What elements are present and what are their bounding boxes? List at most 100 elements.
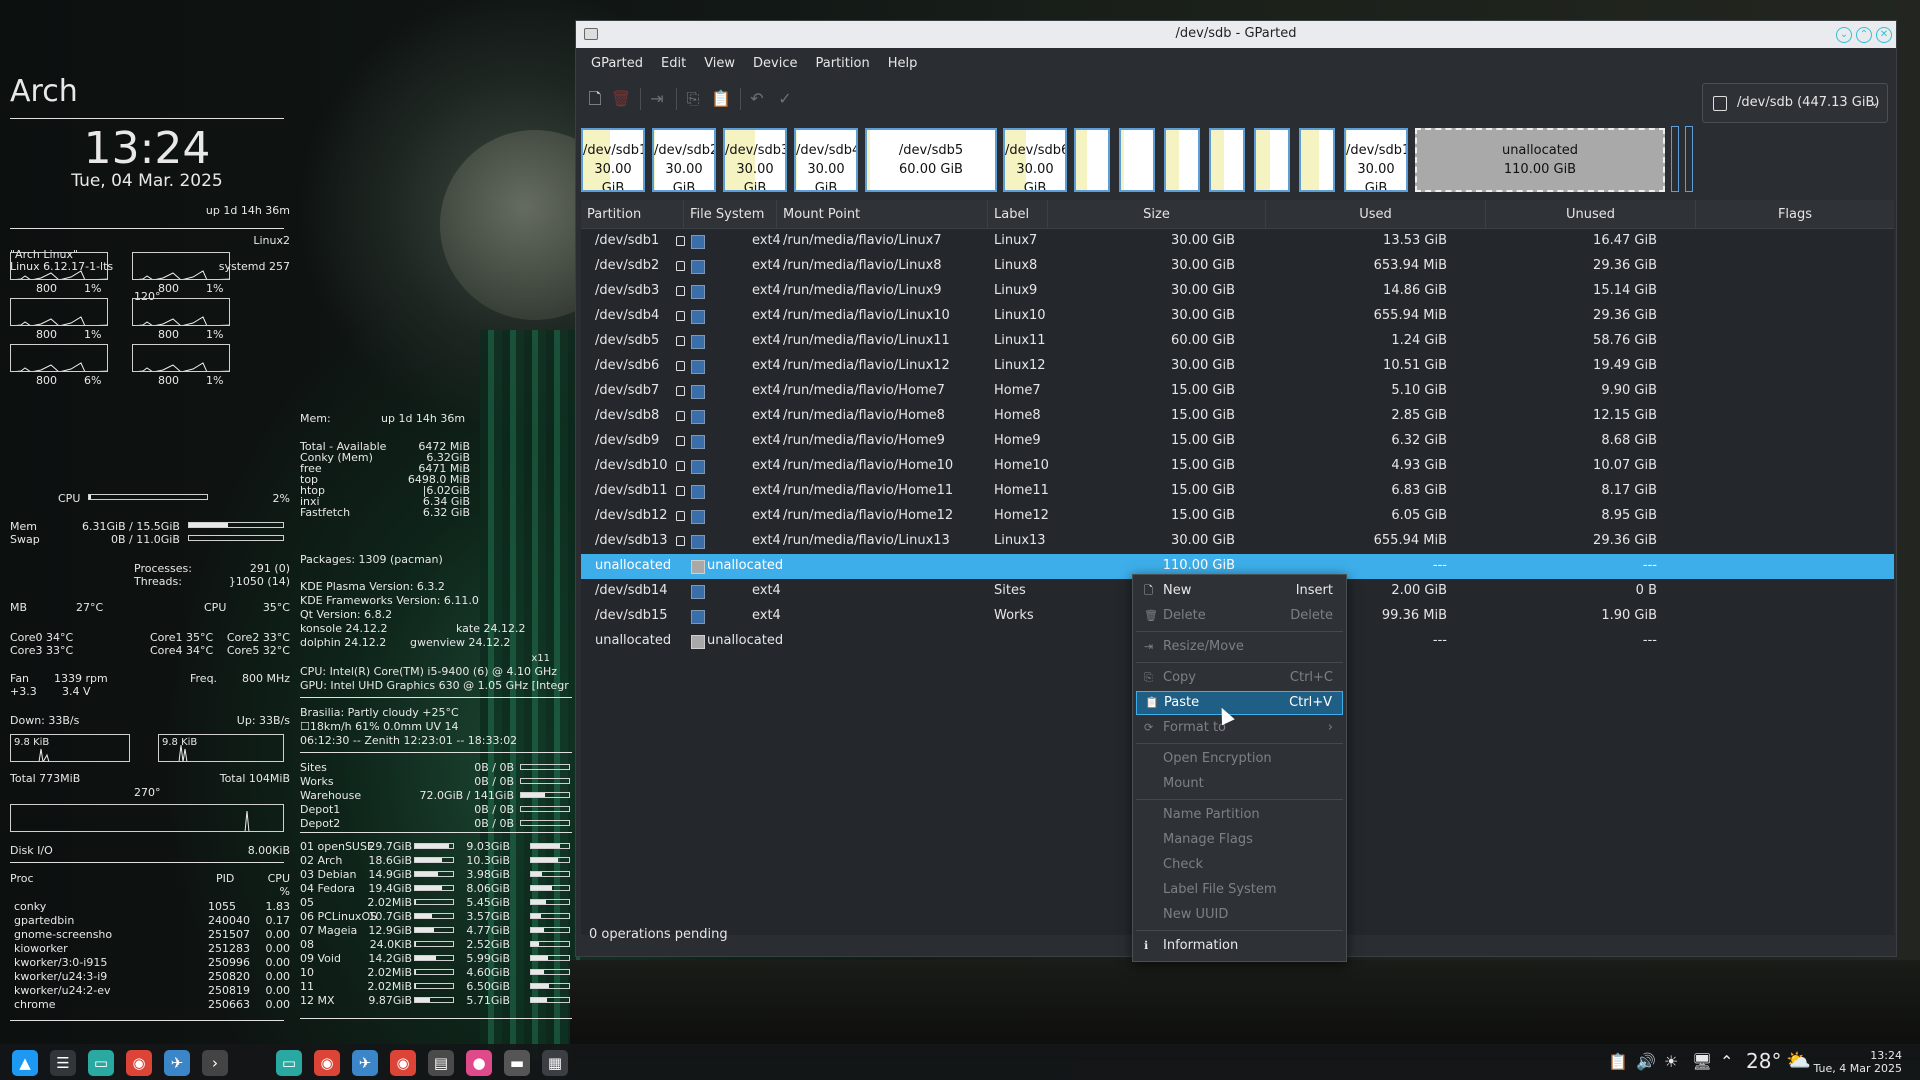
delete-icon[interactable]: 🗑	[608, 86, 634, 112]
chrome-icon[interactable]: ◉	[126, 1050, 152, 1076]
window-titlebar[interactable]: /dev/sdb - GParted ⌄ ⌃ ✕	[576, 21, 1896, 48]
menu-item-name-partition[interactable]: Name Partition	[1136, 803, 1343, 827]
lock-icon	[676, 311, 685, 321]
column-partition[interactable]: Partition	[581, 200, 684, 229]
menu-item-resize-move[interactable]: ⇥ Resize/Move	[1136, 635, 1343, 659]
files-icon[interactable]: ▭	[88, 1050, 114, 1076]
browser-icon[interactable]: ✈	[352, 1050, 378, 1076]
table-row[interactable]: /dev/sdb13 ext4/run/media/flavio/Linux13 L…	[581, 529, 1894, 554]
distro-home-used: 6.50GiB	[466, 980, 510, 993]
resize-icon[interactable]: ⇥	[644, 86, 670, 112]
partition-map-block[interactable]: unallocated 110.00 GiB	[1415, 128, 1665, 192]
weather-icon[interactable]: ⛅	[1786, 1048, 1811, 1072]
menu-item-label-file-system[interactable]: Label File System	[1136, 878, 1343, 902]
menu-item-copy[interactable]: ⎘ Copy Ctrl+C	[1136, 666, 1343, 690]
chrome-icon[interactable]: ◉	[314, 1050, 340, 1076]
table-row[interactable]: /dev/sdb1 ext4/run/media/flavio/Linux7 Lin…	[581, 229, 1894, 254]
menu-item-new-uuid[interactable]: New UUID	[1136, 903, 1343, 927]
partition-map-block[interactable]: /dev/sdb6 30.00 GiB	[1003, 128, 1067, 192]
partition-map-scroll[interactable]	[1685, 126, 1693, 192]
column-unused[interactable]: Unused	[1486, 200, 1696, 229]
record-icon[interactable]: ●	[466, 1050, 492, 1076]
column-used[interactable]: Used	[1266, 200, 1486, 229]
menu-item-check[interactable]: Check	[1136, 853, 1343, 877]
menu-item-new[interactable]: 🗋 New Insert	[1136, 579, 1343, 603]
table-row[interactable]: /dev/sdb7 ext4/run/media/flavio/Home7 Home…	[581, 379, 1894, 404]
table-row[interactable]: /dev/sdb10 ext4/run/media/flavio/Home10 Ho…	[581, 454, 1894, 479]
net-up: Up: 33B/s	[236, 714, 290, 727]
launcher-icon[interactable]: ▲	[12, 1050, 38, 1076]
table-row[interactable]: /dev/sdb6 ext4/run/media/flavio/Linux12 Li…	[581, 354, 1894, 379]
partition-map-block[interactable]	[1119, 128, 1155, 192]
undo-icon[interactable]: ↶	[744, 86, 770, 112]
table-row[interactable]: /dev/sdb2 ext4/run/media/flavio/Linux8 Lin…	[581, 254, 1894, 279]
browser-icon[interactable]: ✈	[164, 1050, 190, 1076]
partition-map-block[interactable]	[1299, 128, 1335, 192]
weather-temp[interactable]: 28°	[1746, 1049, 1781, 1073]
menu-device[interactable]: Device	[744, 56, 806, 71]
partition-map-block[interactable]: /dev/sdb5 60.00 GiB	[865, 128, 997, 192]
partition-map-block[interactable]: /dev/sdb3 30.00 GiB	[723, 128, 787, 192]
partition-map-block[interactable]: /dev/sdb2 30.00 GiB	[652, 128, 716, 192]
folder-icon[interactable]: ▭	[276, 1050, 302, 1076]
partition-map-block[interactable]	[1164, 128, 1200, 192]
apply-icon[interactable]: ✓	[772, 86, 798, 112]
partition-map-block[interactable]	[1074, 128, 1110, 192]
column-label[interactable]: Label	[988, 200, 1048, 229]
volume-icon[interactable]: 🔊	[1636, 1052, 1656, 1071]
column-size[interactable]: Size	[1048, 200, 1266, 229]
copy-icon[interactable]: ⎘	[680, 86, 706, 112]
column-flags[interactable]: Flags	[1696, 200, 1894, 229]
table-row[interactable]: /dev/sdb11 ext4/run/media/flavio/Home11 Ho…	[581, 479, 1894, 504]
device-selector[interactable]: /dev/sdb (447.13 GiB) ⌄	[1702, 83, 1888, 123]
menu-item-manage-flags[interactable]: Manage Flags	[1136, 828, 1343, 852]
system-monitor-icon[interactable]: ☰	[50, 1050, 76, 1076]
table-row[interactable]: /dev/sdb4 ext4/run/media/flavio/Linux10 Li…	[581, 304, 1894, 329]
format-icon: ⟳	[1144, 721, 1154, 734]
partition-map-block[interactable]: /dev/sdb13 30.00 GiB	[1344, 128, 1408, 192]
cell-partition: /dev/sdb4	[595, 308, 660, 323]
menu-item-paste[interactable]: 📋 Paste Ctrl+V	[1136, 691, 1343, 715]
menu-item-information[interactable]: ℹ Information	[1136, 934, 1343, 958]
menu-view[interactable]: View	[695, 56, 744, 71]
table-row[interactable]: /dev/sdb12 ext4/run/media/flavio/Home12 Ho…	[581, 504, 1894, 529]
partition-map-block[interactable]: /dev/sdb4 30.00 GiB	[794, 128, 858, 192]
column-filesystem[interactable]: File System	[684, 200, 777, 229]
menu-partition[interactable]: Partition	[807, 56, 879, 71]
clipboard-icon[interactable]: 📋	[1608, 1052, 1628, 1071]
delete-icon: 🗑	[1144, 609, 1158, 622]
table-row[interactable]: /dev/sdb5 ext4/run/media/flavio/Linux11 Li…	[581, 329, 1894, 354]
partition-map-block[interactable]: /dev/sdb1 30.00 GiB	[581, 128, 645, 192]
menu-item-format-to[interactable]: ⟳ Format to ›	[1136, 716, 1343, 740]
minimize-button[interactable]: ⌄	[1836, 27, 1852, 43]
new-icon[interactable]: 🗋	[582, 86, 608, 112]
maximize-button[interactable]: ⌃	[1856, 27, 1872, 43]
partition-map-block[interactable]	[1254, 128, 1290, 192]
gparted-icon[interactable]: ▬	[504, 1050, 530, 1076]
menu-bar: GParted Edit View Device Partition Help	[576, 48, 1896, 78]
paste-icon[interactable]: 📋	[708, 86, 734, 112]
column-mountpoint[interactable]: Mount Point	[777, 200, 988, 229]
terminal-icon[interactable]: ›	[202, 1050, 228, 1076]
menu-item-delete[interactable]: 🗑 Delete Delete	[1136, 604, 1343, 628]
close-button[interactable]: ✕	[1876, 27, 1892, 43]
tray-expand-icon[interactable]: ⌃	[1720, 1052, 1733, 1071]
calculator-icon[interactable]: ▦	[542, 1050, 568, 1076]
table-row[interactable]: /dev/sdb9 ext4/run/media/flavio/Home9 Home…	[581, 429, 1894, 454]
cell-unused: 12.15 GiB	[1593, 408, 1657, 423]
table-row[interactable]: /dev/sdb3 ext4/run/media/flavio/Linux9 Lin…	[581, 279, 1894, 304]
book-icon[interactable]: ▤	[428, 1050, 454, 1076]
taskbar-clock[interactable]: 13:24 Tue, 4 Mar 2025	[1813, 1049, 1902, 1075]
menu-item-mount[interactable]: Mount	[1136, 772, 1343, 796]
menu-help[interactable]: Help	[879, 56, 927, 71]
menu-edit[interactable]: Edit	[652, 56, 695, 71]
table-row[interactable]: /dev/sdb8 ext4/run/media/flavio/Home8 Home…	[581, 404, 1894, 429]
menu-gparted[interactable]: GParted	[582, 56, 652, 71]
menu-item-open-encryption[interactable]: Open Encryption	[1136, 747, 1343, 771]
brightness-icon[interactable]: ☀	[1664, 1052, 1678, 1071]
cell-mountpoint: /run/media/flavio/Linux7	[783, 233, 942, 248]
partition-map-scroll[interactable]	[1671, 126, 1679, 192]
partition-map-block[interactable]	[1209, 128, 1245, 192]
display-icon[interactable]: 🖥	[1692, 1052, 1712, 1071]
chrome-icon[interactable]: ◉	[390, 1050, 416, 1076]
